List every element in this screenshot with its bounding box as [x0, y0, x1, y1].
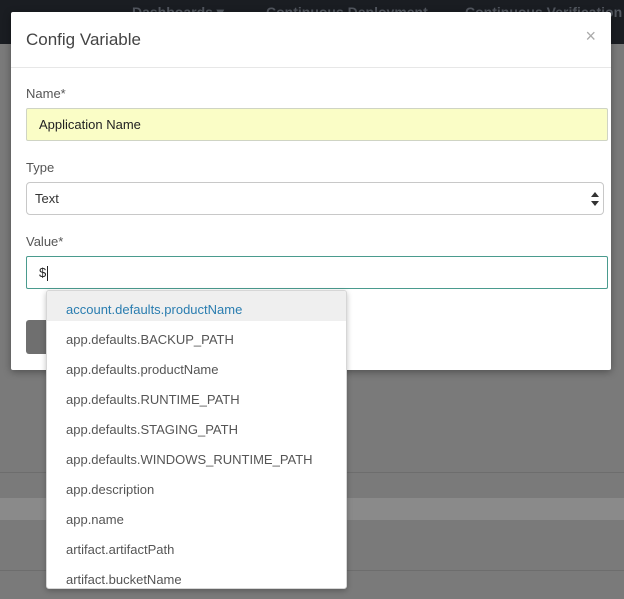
autocomplete-item[interactable]: app.defaults.STAGING_PATH [47, 411, 346, 441]
type-selected-value: Text [35, 191, 59, 206]
name-label: Name* [26, 86, 66, 101]
autocomplete-item[interactable]: app.defaults.BACKUP_PATH [47, 321, 346, 351]
value-label: Value* [26, 234, 64, 249]
autocomplete-item[interactable]: account.defaults.productName [47, 291, 346, 321]
name-field[interactable]: Application Name [26, 108, 608, 141]
select-arrows-icon [591, 192, 599, 206]
text-caret [47, 266, 49, 282]
dialog-title: Config Variable [26, 30, 141, 49]
autocomplete-item[interactable]: artifact.bucketName [47, 561, 346, 588]
autocomplete-item[interactable]: app.defaults.WINDOWS_RUNTIME_PATH [47, 441, 346, 471]
dialog-header: Config Variable × [11, 12, 611, 68]
close-icon[interactable]: × [585, 26, 596, 47]
value-text: $ [39, 265, 47, 280]
autocomplete-item[interactable]: app.name [47, 501, 346, 531]
autocomplete-item[interactable]: app.defaults.productName [47, 351, 346, 381]
value-field[interactable]: $ [26, 256, 608, 289]
autocomplete-item[interactable]: app.description [47, 471, 346, 501]
type-label: Type [26, 160, 55, 175]
variable-autocomplete-list: account.defaults.productName app.default… [46, 290, 347, 589]
type-select[interactable]: Text [26, 182, 604, 215]
autocomplete-item[interactable]: artifact.artifactPath [47, 531, 346, 561]
autocomplete-item[interactable]: app.defaults.RUNTIME_PATH [47, 381, 346, 411]
